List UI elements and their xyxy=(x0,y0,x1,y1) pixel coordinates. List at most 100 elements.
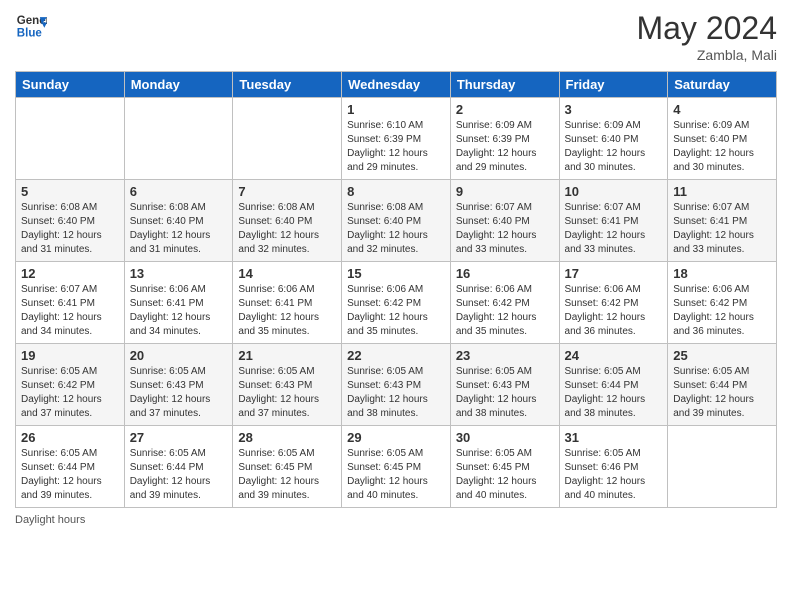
day-of-week-header: Wednesday xyxy=(342,72,451,98)
logo: General Blue xyxy=(15,10,47,42)
calendar-day-cell: 14 Sunrise: 6:06 AM Sunset: 6:41 PM Dayli… xyxy=(233,262,342,344)
day-number: 30 xyxy=(456,430,554,445)
day-info: Sunrise: 6:07 AM Sunset: 6:41 PM Dayligh… xyxy=(673,201,771,257)
day-info: Sunrise: 6:05 AM Sunset: 6:43 PM Dayligh… xyxy=(456,365,554,421)
calendar-day-cell: 19 Sunrise: 6:05 AM Sunset: 6:42 PM Dayli… xyxy=(16,344,125,426)
footer-note: Daylight hours xyxy=(15,514,777,526)
day-info: Sunrise: 6:06 AM Sunset: 6:42 PM Dayligh… xyxy=(673,283,771,339)
calendar-day-cell: 1 Sunrise: 6:10 AM Sunset: 6:39 PM Daylig… xyxy=(342,98,451,180)
calendar-week-row: 26 Sunrise: 6:05 AM Sunset: 6:44 PM Dayli… xyxy=(16,426,777,508)
day-info: Sunrise: 6:06 AM Sunset: 6:42 PM Dayligh… xyxy=(565,283,663,339)
svg-text:Blue: Blue xyxy=(17,28,43,40)
day-info: Sunrise: 6:06 AM Sunset: 6:41 PM Dayligh… xyxy=(238,283,336,339)
day-info: Sunrise: 6:07 AM Sunset: 6:41 PM Dayligh… xyxy=(21,283,119,339)
calendar-day-cell: 27Sunrise: 6:05 AM Sunset: 6:44 PM Dayli… xyxy=(124,426,233,508)
day-info: Sunrise: 6:06 AM Sunset: 6:42 PM Dayligh… xyxy=(456,283,554,339)
calendar-day-cell: 30 Sunrise: 6:05 AM Sunset: 6:45 PM Dayli… xyxy=(450,426,559,508)
day-info: Sunrise: 6:09 AM Sunset: 6:40 PM Dayligh… xyxy=(565,119,663,175)
calendar-day-cell xyxy=(668,426,777,508)
calendar-day-cell: 11Sunrise: 6:07 AM Sunset: 6:41 PM Dayli… xyxy=(668,180,777,262)
day-of-week-header: Tuesday xyxy=(233,72,342,98)
day-number: 13 xyxy=(130,266,228,281)
day-number: 8 xyxy=(347,184,445,199)
day-info: Sunrise: 6:07 AM Sunset: 6:40 PM Dayligh… xyxy=(456,201,554,257)
logo-icon: General Blue xyxy=(15,10,47,42)
calendar-day-cell: 17 Sunrise: 6:06 AM Sunset: 6:42 PM Dayli… xyxy=(559,262,668,344)
location: Zambla, Mali xyxy=(636,47,777,63)
day-info: Sunrise: 6:05 AM Sunset: 6:44 PM Dayligh… xyxy=(565,365,663,421)
day-number: 4 xyxy=(673,102,771,117)
day-number: 14 xyxy=(238,266,336,281)
day-info: Sunrise: 6:10 AM Sunset: 6:39 PM Dayligh… xyxy=(347,119,445,175)
calendar-header-row: SundayMondayTuesdayWednesdayThursdayFrid… xyxy=(16,72,777,98)
day-number: 27 xyxy=(130,430,228,445)
day-number: 9 xyxy=(456,184,554,199)
calendar-day-cell: 8 Sunrise: 6:08 AM Sunset: 6:40 PM Daylig… xyxy=(342,180,451,262)
day-number: 10 xyxy=(565,184,663,199)
month-title: May 2024 xyxy=(636,10,777,47)
day-number: 23 xyxy=(456,348,554,363)
day-number: 29 xyxy=(347,430,445,445)
calendar-week-row: 12 Sunrise: 6:07 AM Sunset: 6:41 PM Dayli… xyxy=(16,262,777,344)
header: General Blue May 2024 Zambla, Mali xyxy=(15,10,777,63)
calendar-day-cell: 21Sunrise: 6:05 AM Sunset: 6:43 PM Dayli… xyxy=(233,344,342,426)
day-info: Sunrise: 6:05 AM Sunset: 6:44 PM Dayligh… xyxy=(21,447,119,503)
day-number: 2 xyxy=(456,102,554,117)
calendar-day-cell: 10 Sunrise: 6:07 AM Sunset: 6:41 PM Dayli… xyxy=(559,180,668,262)
day-number: 3 xyxy=(565,102,663,117)
calendar-day-cell: 28 Sunrise: 6:05 AM Sunset: 6:45 PM Dayli… xyxy=(233,426,342,508)
day-info: Sunrise: 6:05 AM Sunset: 6:43 PM Dayligh… xyxy=(347,365,445,421)
calendar-day-cell: 25Sunrise: 6:05 AM Sunset: 6:44 PM Dayli… xyxy=(668,344,777,426)
day-info: Sunrise: 6:08 AM Sunset: 6:40 PM Dayligh… xyxy=(130,201,228,257)
day-number: 15 xyxy=(347,266,445,281)
title-block: May 2024 Zambla, Mali xyxy=(636,10,777,63)
day-info: Sunrise: 6:05 AM Sunset: 6:45 PM Dayligh… xyxy=(456,447,554,503)
day-info: Sunrise: 6:08 AM Sunset: 6:40 PM Dayligh… xyxy=(238,201,336,257)
calendar-day-cell xyxy=(16,98,125,180)
day-of-week-header: Monday xyxy=(124,72,233,98)
day-info: Sunrise: 6:06 AM Sunset: 6:41 PM Dayligh… xyxy=(130,283,228,339)
calendar-day-cell: 7 Sunrise: 6:08 AM Sunset: 6:40 PM Daylig… xyxy=(233,180,342,262)
day-info: Sunrise: 6:05 AM Sunset: 6:46 PM Dayligh… xyxy=(565,447,663,503)
day-number: 6 xyxy=(130,184,228,199)
day-info: Sunrise: 6:05 AM Sunset: 6:45 PM Dayligh… xyxy=(238,447,336,503)
day-number: 12 xyxy=(21,266,119,281)
day-number: 1 xyxy=(347,102,445,117)
page: General Blue May 2024 Zambla, Mali Sunda… xyxy=(0,0,792,612)
calendar-day-cell: 15Sunrise: 6:06 AM Sunset: 6:42 PM Dayli… xyxy=(342,262,451,344)
day-number: 24 xyxy=(565,348,663,363)
day-number: 17 xyxy=(565,266,663,281)
day-info: Sunrise: 6:09 AM Sunset: 6:40 PM Dayligh… xyxy=(673,119,771,175)
day-info: Sunrise: 6:05 AM Sunset: 6:44 PM Dayligh… xyxy=(673,365,771,421)
day-number: 5 xyxy=(21,184,119,199)
calendar-day-cell: 16Sunrise: 6:06 AM Sunset: 6:42 PM Dayli… xyxy=(450,262,559,344)
calendar-day-cell: 13 Sunrise: 6:06 AM Sunset: 6:41 PM Dayli… xyxy=(124,262,233,344)
day-info: Sunrise: 6:05 AM Sunset: 6:45 PM Dayligh… xyxy=(347,447,445,503)
calendar-day-cell: 24 Sunrise: 6:05 AM Sunset: 6:44 PM Dayli… xyxy=(559,344,668,426)
day-of-week-header: Thursday xyxy=(450,72,559,98)
calendar-week-row: 1 Sunrise: 6:10 AM Sunset: 6:39 PM Daylig… xyxy=(16,98,777,180)
day-of-week-header: Friday xyxy=(559,72,668,98)
day-number: 28 xyxy=(238,430,336,445)
calendar-week-row: 19 Sunrise: 6:05 AM Sunset: 6:42 PM Dayli… xyxy=(16,344,777,426)
day-info: Sunrise: 6:09 AM Sunset: 6:39 PM Dayligh… xyxy=(456,119,554,175)
day-number: 7 xyxy=(238,184,336,199)
calendar-day-cell: 29 Sunrise: 6:05 AM Sunset: 6:45 PM Dayli… xyxy=(342,426,451,508)
day-info: Sunrise: 6:08 AM Sunset: 6:40 PM Dayligh… xyxy=(21,201,119,257)
day-info: Sunrise: 6:05 AM Sunset: 6:42 PM Dayligh… xyxy=(21,365,119,421)
day-info: Sunrise: 6:08 AM Sunset: 6:40 PM Dayligh… xyxy=(347,201,445,257)
day-info: Sunrise: 6:07 AM Sunset: 6:41 PM Dayligh… xyxy=(565,201,663,257)
calendar-day-cell: 20 Sunrise: 6:05 AM Sunset: 6:43 PM Dayli… xyxy=(124,344,233,426)
calendar-day-cell: 4 Sunrise: 6:09 AM Sunset: 6:40 PM Daylig… xyxy=(668,98,777,180)
daylight-label: Daylight hours xyxy=(15,514,85,526)
calendar-day-cell: 26 Sunrise: 6:05 AM Sunset: 6:44 PM Dayli… xyxy=(16,426,125,508)
day-number: 18 xyxy=(673,266,771,281)
day-info: Sunrise: 6:05 AM Sunset: 6:43 PM Dayligh… xyxy=(130,365,228,421)
day-number: 20 xyxy=(130,348,228,363)
calendar-day-cell: 3 Sunrise: 6:09 AM Sunset: 6:40 PM Daylig… xyxy=(559,98,668,180)
day-number: 21 xyxy=(238,348,336,363)
day-number: 26 xyxy=(21,430,119,445)
calendar-day-cell: 12 Sunrise: 6:07 AM Sunset: 6:41 PM Dayli… xyxy=(16,262,125,344)
day-number: 19 xyxy=(21,348,119,363)
day-number: 22 xyxy=(347,348,445,363)
